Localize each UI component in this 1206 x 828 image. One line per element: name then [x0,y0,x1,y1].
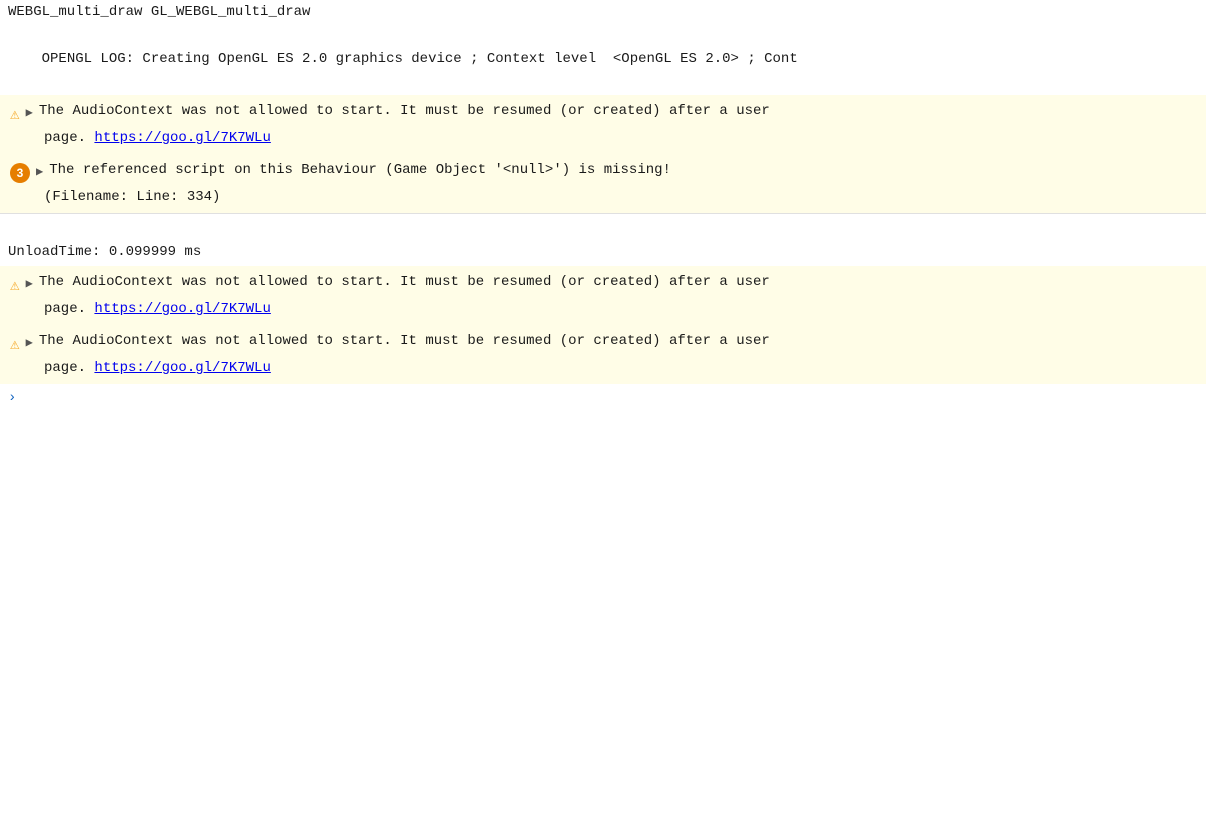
warning-icon-3: ⚠ [10,334,20,354]
warning-icon-1: ⚠ [10,104,20,124]
warning-link-1[interactable]: https://goo.gl/7K7WLu [94,130,270,146]
unload-time-line: UnloadTime: 0.099999 ms [0,238,1206,266]
warning-link-2[interactable]: https://goo.gl/7K7WLu [94,301,270,317]
warning-block-2: ⚠ ▶ The AudioContext was not allowed to … [0,266,1206,325]
warning-message-3: The AudioContext was not allowed to star… [39,333,1196,349]
expand-arrow-3[interactable]: ▶ [26,335,33,350]
error-row-1: 3 ▶ The referenced script on this Behavi… [8,158,1198,187]
opengl-log-text: OPENGL LOG: Creating OpenGL ES 2.0 graph… [42,51,798,67]
warning-page-link-1: page. https://goo.gl/7K7WLu [8,128,1198,150]
expand-arrow-2[interactable]: ▶ [26,276,33,291]
warning-row-1: ⚠ ▶ The AudioContext was not allowed to … [8,99,1198,128]
webgl-log-text: WEBGL_multi_draw GL_WEBGL_multi_draw [8,4,310,20]
console-container: WEBGL_multi_draw GL_WEBGL_multi_draw OPE… [0,0,1206,712]
warning-message-1: The AudioContext was not allowed to star… [39,103,1196,119]
error-expand-arrow-1[interactable]: ▶ [36,164,43,179]
warning-row-3: ⚠ ▶ The AudioContext was not allowed to … [8,329,1198,358]
warning-row-2: ⚠ ▶ The AudioContext was not allowed to … [8,270,1198,299]
console-prompt-line: › [0,384,1206,412]
error-block-1: 3 ▶ The referenced script on this Behavi… [0,154,1206,213]
error-detail-1: (Filename: Line: 334) [8,187,1198,209]
warning-link-3[interactable]: https://goo.gl/7K7WLu [94,360,270,376]
webgl-log-line: WEBGL_multi_draw GL_WEBGL_multi_draw [0,0,1206,24]
chevron-right-icon[interactable]: › [0,384,1206,412]
error-badge-1: 3 [10,163,30,183]
warning-page-link-2: page. https://goo.gl/7K7WLu [8,299,1198,321]
error-message-1: The referenced script on this Behaviour … [49,162,671,178]
empty-space [0,412,1206,712]
expand-arrow-1[interactable]: ▶ [26,105,33,120]
divider-line [0,213,1206,238]
warning-icon-2: ⚠ [10,275,20,295]
warning-block-1: ⚠ ▶ The AudioContext was not allowed to … [0,95,1206,154]
warning-message-2: The AudioContext was not allowed to star… [39,274,1196,290]
warning-page-link-3: page. https://goo.gl/7K7WLu [8,358,1198,380]
warning-block-3: ⚠ ▶ The AudioContext was not allowed to … [0,325,1206,384]
opengl-log-line: OPENGL LOG: Creating OpenGL ES 2.0 graph… [0,24,1206,95]
